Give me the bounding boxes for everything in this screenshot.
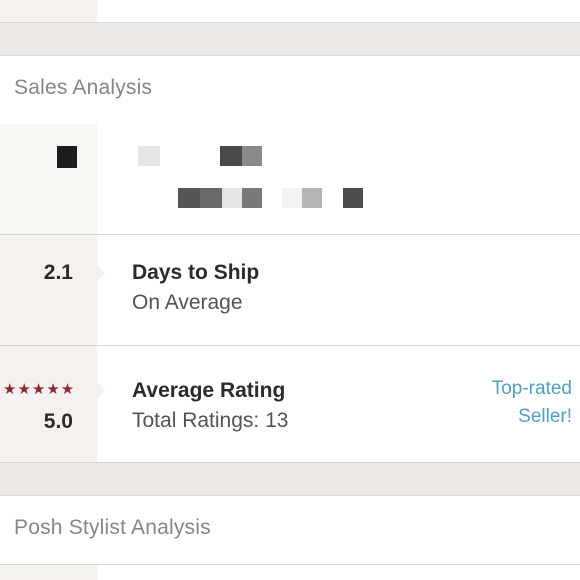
- stylist-analysis-title: Posh Stylist Analysis: [14, 516, 211, 539]
- redacted-block: [57, 146, 77, 168]
- days-to-ship-title: Days to Ship: [132, 261, 260, 284]
- badge-line-2: Seller!: [518, 406, 572, 427]
- redacted-block: [220, 146, 242, 166]
- sales-analysis-header: Sales Analysis: [0, 55, 580, 125]
- top-rated-seller-badge[interactable]: Top-rated Seller!: [492, 375, 572, 431]
- next-card-left-column: [0, 565, 97, 580]
- days-to-ship-left-column: [0, 235, 97, 345]
- redacted-block: [242, 188, 262, 208]
- row-pointer: [97, 382, 105, 398]
- total-ratings-text: Total Ratings: 13: [132, 409, 289, 432]
- redacted-block: [302, 188, 322, 208]
- average-rating-title: Average Rating: [132, 379, 286, 402]
- redacted-row-left-column: [0, 124, 97, 234]
- row-pointer: [97, 265, 105, 281]
- redacted-row: [0, 124, 580, 235]
- star-rating-icon: ★★★★★: [3, 381, 76, 398]
- days-to-ship-value: 2.1: [43, 261, 73, 284]
- redacted-block: [222, 188, 242, 208]
- redacted-block: [200, 188, 222, 208]
- days-to-ship-row: 2.1 Days to Ship On Average: [0, 235, 580, 346]
- sales-analysis-title: Sales Analysis: [14, 76, 153, 99]
- stylist-analysis-header: Posh Stylist Analysis: [0, 495, 580, 565]
- redacted-block: [178, 188, 200, 208]
- page: Sales Analysis 2.1 Days to Ship On Avera…: [0, 0, 580, 580]
- redacted-block: [242, 146, 262, 166]
- average-rating-row: ★★★★★ 5.0 Average Rating Total Ratings: …: [0, 346, 580, 463]
- top-card-edge: [0, 0, 580, 23]
- redacted-block: [343, 188, 363, 208]
- badge-line-1: Top-rated: [491, 378, 572, 399]
- days-to-ship-subtitle: On Average: [132, 291, 243, 314]
- redacted-block: [282, 188, 302, 208]
- next-card-edge: [0, 565, 580, 580]
- average-rating-value: 5.0: [43, 410, 73, 433]
- redacted-block: [138, 146, 160, 166]
- average-rating-left-column: [0, 346, 97, 462]
- top-card-left-column: [0, 0, 97, 22]
